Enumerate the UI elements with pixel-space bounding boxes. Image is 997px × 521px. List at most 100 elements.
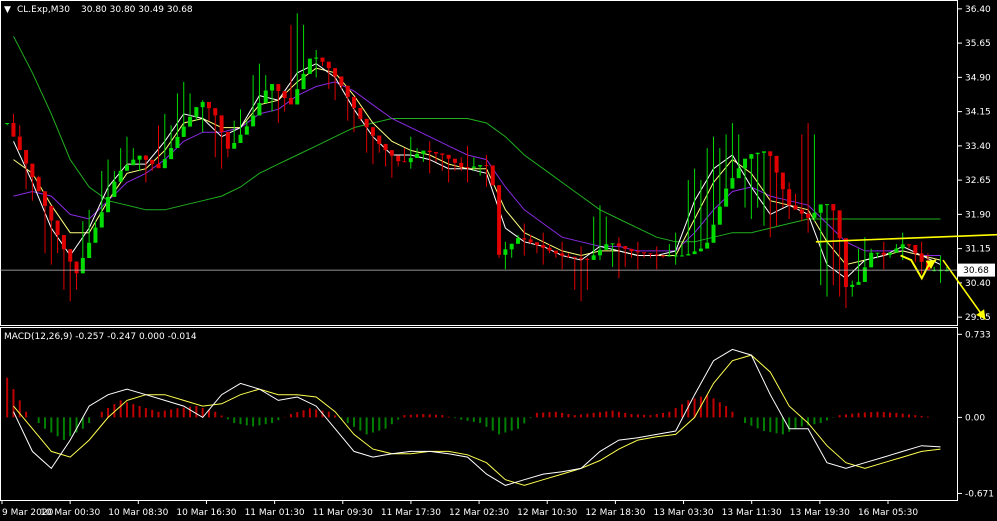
candle-body	[181, 126, 186, 137]
symbol-label: CL.Exp,M30	[17, 5, 70, 15]
candle-body	[389, 150, 394, 156]
collapse-arrow-icon[interactable]: ▼	[4, 5, 11, 15]
candle-body	[175, 136, 180, 148]
candle-body	[484, 165, 489, 167]
candle-body	[87, 242, 92, 259]
candle-body	[522, 238, 527, 240]
candle-body	[251, 115, 256, 127]
candle-body	[465, 167, 470, 169]
candle-body	[490, 165, 495, 186]
candle-body	[591, 255, 596, 260]
price-tick-label: 32.65	[965, 176, 991, 186]
candle-body	[730, 178, 735, 189]
candle-body	[799, 209, 804, 214]
last-price-value: 30.68	[963, 266, 989, 276]
candle-body	[440, 153, 445, 155]
time-tick-label: 16 Mar 05:30	[858, 508, 918, 518]
candle-body	[528, 239, 533, 243]
candle-body	[169, 147, 174, 160]
candle-body	[345, 85, 350, 97]
candle-body	[143, 155, 148, 160]
candle-body	[604, 244, 609, 250]
candle-body	[383, 143, 388, 151]
candle-body	[875, 252, 880, 254]
candle-body	[900, 244, 905, 249]
time-tick-label: 12 Mar 02:30	[449, 508, 509, 518]
price-tick-label: 31.90	[965, 210, 991, 220]
time-tick-label: 11 Mar 09:30	[313, 508, 373, 518]
candle-body	[894, 248, 899, 253]
candle-body	[761, 151, 766, 153]
candle-body	[768, 151, 773, 156]
candle-body	[200, 101, 205, 108]
candle-body	[352, 96, 357, 108]
candle-body	[55, 220, 60, 236]
candle-body	[427, 150, 432, 153]
price-tick-label: 33.40	[965, 142, 991, 152]
candle-body	[93, 227, 98, 243]
candle-body	[194, 107, 199, 117]
ohlc-values: 30.80 30.80 30.49 30.68	[81, 5, 193, 15]
candle-body	[17, 136, 22, 151]
candle-body	[36, 177, 41, 192]
candle-body	[225, 132, 230, 149]
candle-body	[597, 249, 602, 256]
candle-body	[263, 90, 268, 103]
candle-body	[68, 249, 73, 262]
candle-body	[320, 57, 325, 62]
candle-body	[118, 170, 123, 182]
candle-body	[106, 196, 111, 213]
candle-body	[61, 235, 66, 250]
price-tick-label: 31.15	[965, 245, 991, 255]
candle-body	[333, 68, 338, 77]
candle-body	[673, 255, 678, 257]
candle-body	[257, 102, 262, 116]
candle-body	[137, 155, 142, 160]
time-tick-label: 10 Mar 16:30	[176, 508, 236, 518]
candle-body	[150, 159, 155, 164]
candle-body	[124, 165, 129, 171]
candle-body	[755, 152, 760, 155]
candle-body	[616, 243, 621, 247]
candle-body	[112, 181, 117, 197]
candle-body	[452, 158, 457, 163]
macd-tick-label: 0.00	[965, 413, 985, 423]
candle-body	[24, 150, 29, 164]
candle-body	[541, 245, 546, 248]
candle-body	[402, 161, 407, 163]
candle-body	[907, 244, 912, 246]
candle-body	[717, 206, 722, 225]
time-tick-label: 13 Mar 11:30	[722, 508, 782, 518]
trading-chart: 36.40 35.65 34.90 34.15 33.40 32.65 31.90 31.15…	[0, 0, 997, 521]
candle-body	[843, 238, 848, 287]
candle-body	[288, 97, 293, 105]
candle-body	[509, 243, 514, 250]
candle-body	[238, 134, 243, 143]
time-tick-label: 13 Mar 19:30	[790, 508, 850, 518]
time-tick-label: 13 Mar 03:30	[653, 508, 713, 518]
candle-body	[629, 248, 634, 252]
candle-body	[339, 76, 344, 86]
candle-body	[131, 159, 136, 166]
candle-body	[610, 243, 615, 245]
candle-body	[560, 253, 565, 256]
candle-body	[156, 163, 161, 169]
candle-body	[358, 107, 363, 119]
candle-body	[80, 258, 85, 274]
candle-body	[307, 58, 312, 74]
candle-body	[534, 242, 539, 246]
price-tick-label: 30.40	[965, 279, 991, 289]
candle-body	[743, 158, 748, 169]
candle-body	[686, 254, 691, 256]
candle-body	[244, 126, 249, 135]
candle-body	[301, 73, 306, 90]
candle-body	[837, 210, 842, 239]
price-tick-label: 36.40	[965, 5, 991, 15]
candle-body	[566, 255, 571, 257]
candle-body	[459, 162, 464, 168]
macd-tick-label: -0.671	[965, 489, 994, 499]
candle-body	[869, 252, 874, 268]
candle-body	[99, 212, 104, 228]
candle-body	[850, 284, 855, 287]
candle-body	[579, 257, 584, 259]
